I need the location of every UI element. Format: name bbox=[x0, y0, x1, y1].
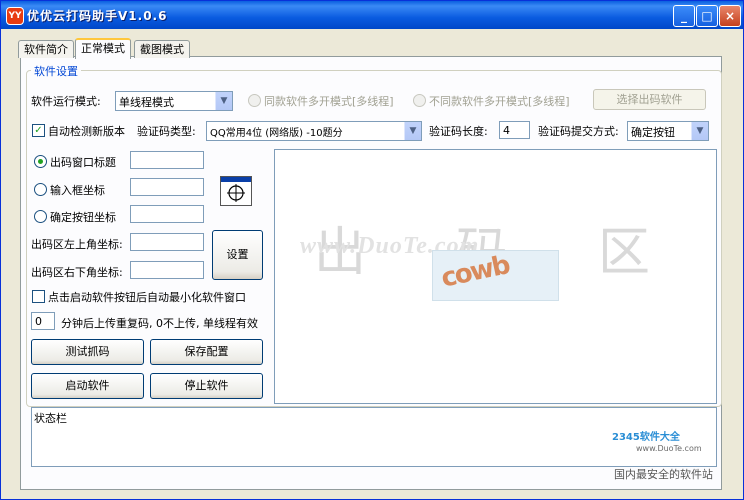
radio-same-software-label: 同款软件多开模式[多线程] bbox=[264, 95, 394, 108]
top-left-coord-label: 出码区左上角坐标: bbox=[31, 238, 123, 251]
radio-diff-software[interactable] bbox=[413, 94, 426, 107]
captcha-text: cowb bbox=[438, 250, 512, 294]
captcha-type-select[interactable]: QQ常用4位 (网络版) -10题分 ▼ bbox=[206, 121, 422, 141]
submit-method-label: 验证码提交方式: bbox=[538, 125, 619, 138]
run-mode-select[interactable]: 单线程模式 ▼ bbox=[115, 91, 233, 111]
confirm-button-coord-field[interactable] bbox=[130, 205, 204, 223]
save-config-button[interactable]: 保存配置 bbox=[150, 339, 263, 365]
bottom-right-coord-label: 出码区右下角坐标: bbox=[31, 266, 123, 279]
tab-screenshot-mode[interactable]: 截图模式 bbox=[134, 40, 190, 58]
captcha-length-input[interactable]: 4 bbox=[499, 121, 530, 139]
top-left-coord-input[interactable] bbox=[130, 233, 204, 251]
status-label: 状态栏 bbox=[34, 412, 67, 425]
minimize-button[interactable]: _ bbox=[673, 5, 695, 27]
run-mode-value: 单线程模式 bbox=[119, 96, 174, 109]
minimize-checkbox[interactable] bbox=[32, 290, 45, 303]
start-button[interactable]: 启动软件 bbox=[31, 373, 144, 399]
corner-url: www.DuoTe.com bbox=[636, 444, 702, 453]
corner-brand: 2345软件大全 bbox=[612, 432, 680, 443]
radio-confirm-button-label: 确定按钮坐标 bbox=[50, 211, 116, 224]
captcha-image: cowb bbox=[432, 250, 559, 301]
set-button[interactable]: 设置 bbox=[212, 230, 263, 280]
select-software-button[interactable]: 选择出码软件 bbox=[593, 89, 706, 110]
chevron-down-icon: ▼ bbox=[215, 92, 232, 110]
maximize-button[interactable]: □ bbox=[696, 5, 718, 27]
captcha-type-label: 验证码类型: bbox=[137, 125, 196, 138]
radio-diff-software-label: 不同款软件多开模式[多线程] bbox=[429, 95, 570, 108]
auto-check-checkbox[interactable]: ✓ bbox=[32, 124, 45, 137]
radio-window-title[interactable] bbox=[34, 155, 47, 168]
captcha-type-value: QQ常用4位 (网络版) -10题分 bbox=[210, 128, 343, 139]
submit-method-value: 确定按钮 bbox=[631, 126, 675, 139]
tab-intro[interactable]: 软件简介 bbox=[18, 40, 74, 58]
bottom-right-coord-input[interactable] bbox=[130, 261, 204, 279]
test-capture-button[interactable]: 测试抓码 bbox=[31, 339, 144, 365]
crosshair-icon bbox=[227, 184, 245, 202]
radio-window-title-label: 出码窗口标题 bbox=[50, 156, 116, 169]
radio-input-box-label: 输入框坐标 bbox=[50, 184, 105, 197]
captcha-length-label: 验证码长度: bbox=[429, 125, 488, 138]
app-logo-icon: YY bbox=[6, 7, 24, 25]
input-box-coord-field[interactable] bbox=[130, 178, 204, 196]
stop-button[interactable]: 停止软件 bbox=[150, 373, 263, 399]
corner-slogan: 国内最安全的软件站 bbox=[614, 468, 713, 481]
tab-normal-mode[interactable]: 正常模式 bbox=[75, 38, 131, 59]
window-title-input[interactable] bbox=[130, 151, 204, 169]
crosshair-picker[interactable] bbox=[220, 176, 252, 206]
chevron-down-icon: ▼ bbox=[404, 122, 421, 140]
retry-minutes-input[interactable]: 0 bbox=[31, 312, 55, 330]
auto-check-label: 自动检测新版本 bbox=[48, 125, 125, 138]
minimize-label: 点击启动软件按钮后自动最小化软件窗口 bbox=[48, 291, 246, 304]
run-mode-label: 软件运行模式: bbox=[31, 95, 101, 108]
window-title: 优优云打码助手V1.0.6 bbox=[27, 9, 168, 23]
preview-watermark-char: 区 bbox=[598, 223, 651, 283]
radio-same-software[interactable] bbox=[248, 94, 261, 107]
submit-method-select[interactable]: 确定按钮 ▼ bbox=[627, 121, 709, 141]
close-button[interactable]: × bbox=[719, 5, 741, 27]
title-bar[interactable]: YY 优优云打码助手V1.0.6 _ □ × bbox=[1, 1, 743, 29]
radio-confirm-button[interactable] bbox=[34, 210, 47, 223]
settings-group-title: 软件设置 bbox=[31, 63, 81, 79]
retry-label: 分钟后上传重复码, 0不上传, 单线程有效 bbox=[61, 317, 258, 330]
chevron-down-icon: ▼ bbox=[691, 122, 708, 140]
radio-input-box[interactable] bbox=[34, 183, 47, 196]
